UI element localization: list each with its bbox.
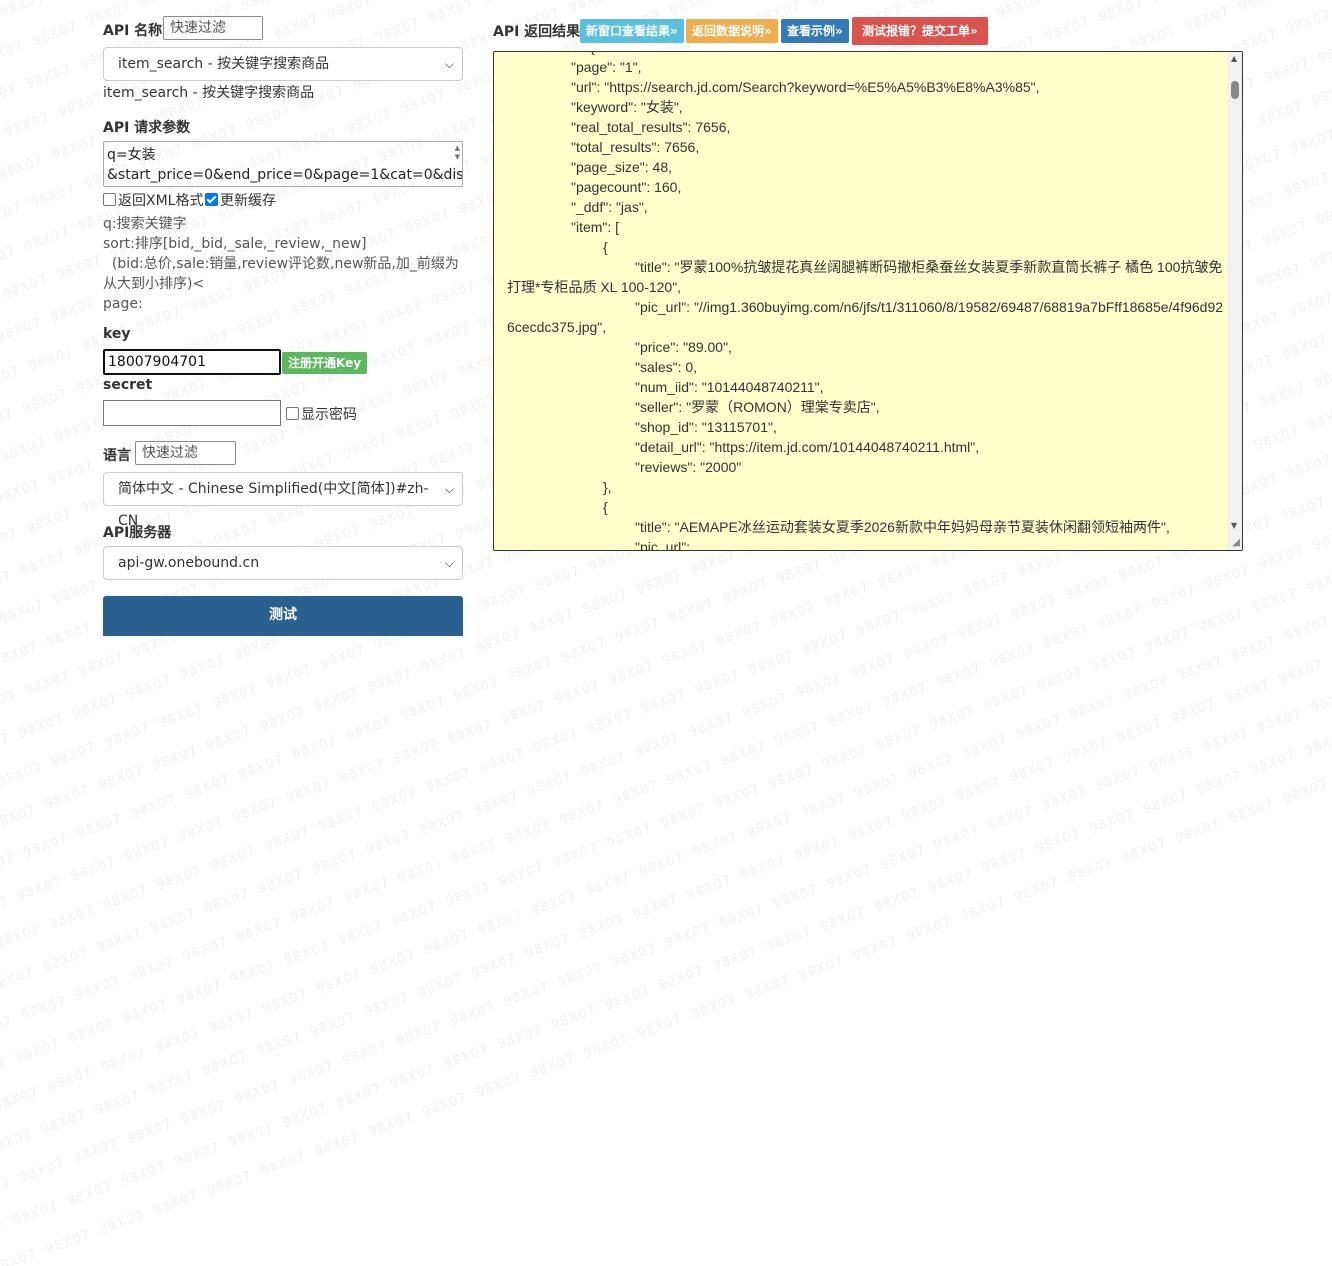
result-line: "real_total_results": 7656, xyxy=(571,119,731,135)
result-line: "detail_url": "https://item.jd.com/10144… xyxy=(635,439,980,455)
cache-checkbox-box[interactable] xyxy=(205,193,218,206)
params-help: q:搜索关键字 sort:排序[bid,_bid,_sale,_review,_… xyxy=(103,214,463,314)
api-name-selected: item_search - 按关键字搜索商品 xyxy=(118,56,330,72)
result-textarea[interactable]: "items": {"page": "1","url": "https://se… xyxy=(493,51,1243,551)
xml-checkbox[interactable]: 返回XML格式 xyxy=(103,190,203,210)
show-password-box[interactable] xyxy=(286,407,299,420)
params-line-1: q=女装 xyxy=(107,147,156,163)
server-label: API服务器 xyxy=(103,525,172,541)
cache-checkbox-label: 更新缓存 xyxy=(220,193,276,209)
result-line: "title": "AEMAPE冰丝运动套装女夏季2026新款中年妈妈母亲节夏装… xyxy=(635,519,1170,535)
help-line: sort:排序[bid,_bid,_sale,_review,_new] xyxy=(103,236,367,252)
result-line: "pagecount": 160, xyxy=(571,179,682,195)
language-select[interactable]: 简体中文 - Chinese Simplified(中文[简体])#zh-CN … xyxy=(103,472,463,529)
api-filter-input[interactable]: 快速过滤 xyxy=(163,16,263,40)
result-line: "keyword": "女装", xyxy=(571,99,683,115)
secret-label: secret xyxy=(103,377,153,393)
params-line-2: &start_price=0&end_price=0&page=1&cat=0&… xyxy=(107,167,463,183)
show-password-label: 显示密码 xyxy=(301,407,357,423)
cache-checkbox[interactable]: 更新缓存 xyxy=(205,190,276,210)
api-name-caption: item_search - 按关键字搜索商品 xyxy=(103,85,315,101)
server-select[interactable]: api-gw.onebound.cn ⌵ xyxy=(103,546,463,580)
result-line: { xyxy=(603,499,608,515)
textarea-scroll-arrows-icon: ▲ ▼ xyxy=(454,144,460,161)
api-name-label: API 名称 xyxy=(103,23,163,39)
chevron-down-icon: ⌵ xyxy=(444,57,454,71)
xml-checkbox-label: 返回XML格式 xyxy=(118,193,204,209)
language-label: 语言 xyxy=(103,448,131,464)
api-name-select[interactable]: item_search - 按关键字搜索商品 ⌵ xyxy=(103,47,463,81)
result-line: "reviews": "2000" xyxy=(635,459,742,475)
result-line: "seller": "罗蒙（ROMON）理棠专卖店", xyxy=(635,399,880,415)
xml-checkbox-box[interactable] xyxy=(103,193,116,206)
result-line: }, xyxy=(603,479,612,495)
language-filter-input[interactable]: 快速过滤 xyxy=(135,441,236,465)
view-example-button[interactable]: 查看示例» xyxy=(781,19,849,43)
result-line: "url": "https://search.jd.com/Search?key… xyxy=(571,79,1040,95)
params-label: API 请求参数 xyxy=(103,120,191,136)
params-textarea[interactable]: q=女装 &start_price=0&end_price=0&page=1&c… xyxy=(103,141,463,187)
result-panel: API 返回结果 新窗口查看结果» 返回数据说明» 查看示例» 测试报错？提交工… xyxy=(493,0,1243,633)
result-line: "page": "1", xyxy=(571,59,642,75)
chevron-down-icon: ⌵ xyxy=(444,556,454,570)
scroll-up-icon[interactable]: ▲ xyxy=(1231,54,1237,63)
help-line: page: xyxy=(103,296,143,312)
key-input[interactable]: 18007904701 xyxy=(103,349,281,375)
result-line: "pic_url": xyxy=(635,539,691,551)
result-line: "page_size": 48, xyxy=(571,159,673,175)
result-line: "shop_id": "13115701", xyxy=(635,419,777,435)
open-new-window-button[interactable]: 新窗口查看结果» xyxy=(580,19,684,43)
show-password-checkbox[interactable]: 显示密码 xyxy=(286,404,357,424)
result-line: "title": "罗蒙100%抗皱提花真丝阔腿裤断码撤柜桑蚕丝女装夏季新款直筒… xyxy=(507,259,1223,295)
scroll-down-icon[interactable]: ▼ xyxy=(1231,521,1237,530)
server-selected: api-gw.onebound.cn xyxy=(118,555,260,571)
resize-grip-icon[interactable]: ◢ xyxy=(1232,537,1240,548)
data-description-button[interactable]: 返回数据说明» xyxy=(686,19,778,43)
key-label: key xyxy=(103,326,131,342)
result-line: "num_iid": "10144048740211", xyxy=(635,379,824,395)
submit-ticket-button[interactable]: 测试报错？提交工单» xyxy=(852,17,988,45)
secret-input[interactable] xyxy=(103,400,281,426)
help-line: (bid:总价,sale:销量,review评论数,new新品,加_前缀为从大到… xyxy=(103,256,459,292)
result-line: "total_results": 7656, xyxy=(571,139,700,155)
result-line: "_ddf": "jas", xyxy=(571,199,648,215)
result-line: "price": "89.00", xyxy=(635,339,732,355)
result-line: "pic_url": "//img1.360buyimg.com/n6/jfs/… xyxy=(507,299,1224,335)
result-line: "sales": 0, xyxy=(635,359,698,375)
result-line: { xyxy=(603,239,608,255)
scroll-thumb[interactable] xyxy=(1231,81,1239,99)
test-button[interactable]: 测试 xyxy=(103,596,463,636)
help-line: q:搜索关键字 xyxy=(103,216,187,232)
result-scrollbar[interactable]: ▲ ▼ xyxy=(1227,52,1242,550)
result-line: "item": [ xyxy=(571,219,620,235)
register-key-button[interactable]: 注册开通Key xyxy=(282,352,368,374)
chevron-down-icon: ⌵ xyxy=(444,482,454,496)
result-label: API 返回结果 xyxy=(493,24,581,40)
result-json: "items": {"page": "1","url": "https://se… xyxy=(507,52,1227,551)
